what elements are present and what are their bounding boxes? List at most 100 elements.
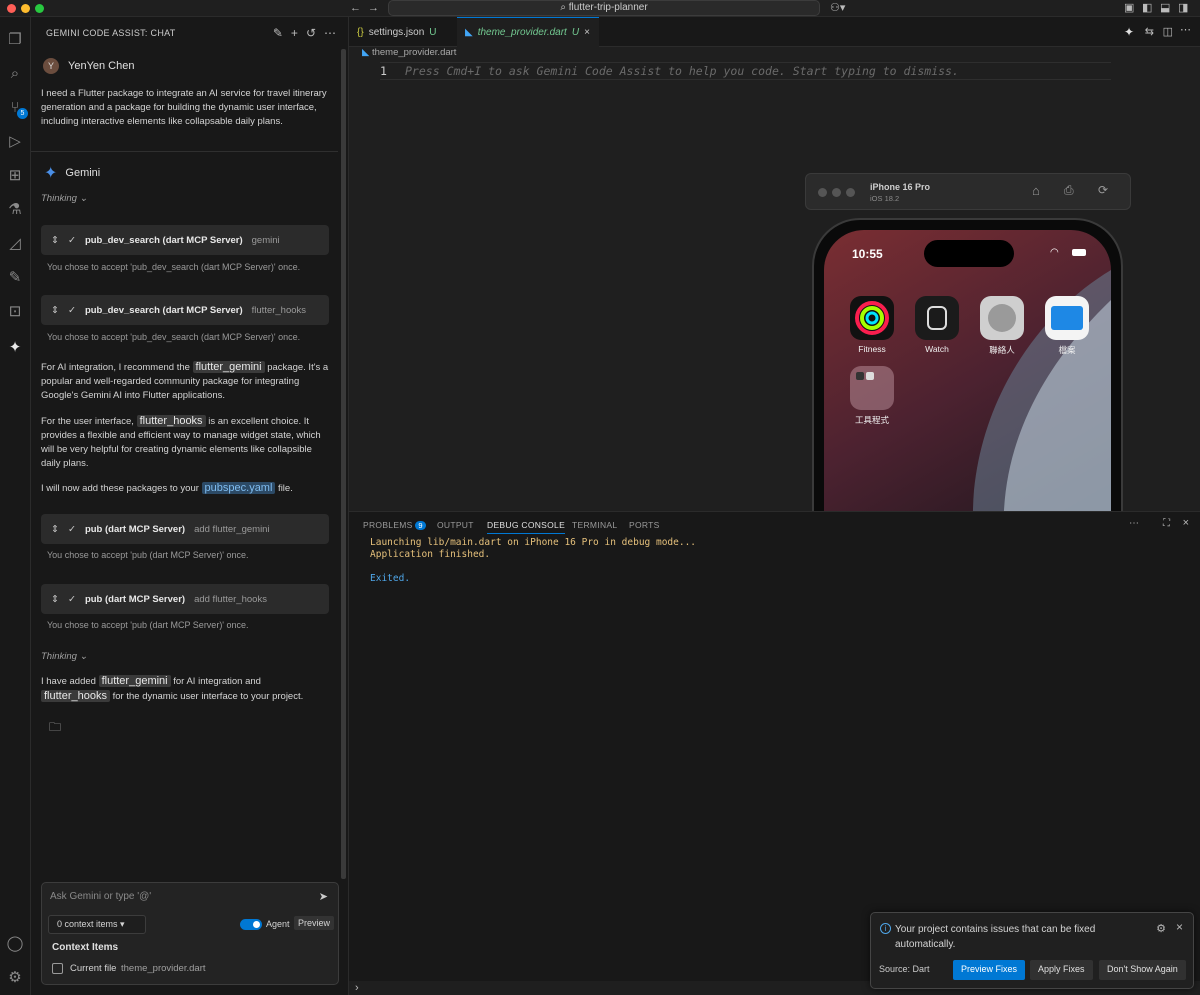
os-version: iOS 18.2 bbox=[870, 194, 900, 203]
run-debug-icon[interactable]: ▷ bbox=[5, 131, 25, 151]
toggle-sidebar-icon[interactable]: ◧ bbox=[1142, 2, 1152, 14]
agent-toggle[interactable] bbox=[240, 919, 262, 930]
utilities-folder-icon bbox=[850, 366, 894, 410]
sim-zoom-button[interactable] bbox=[846, 188, 855, 197]
back-arrow-icon[interactable]: ← bbox=[350, 2, 361, 14]
gemini-action-icon[interactable]: ✦ bbox=[1124, 25, 1134, 39]
gemini-icon[interactable]: ✦ bbox=[5, 337, 25, 357]
new-chat-icon[interactable]: + bbox=[291, 26, 298, 40]
dart-file-icon: ◣ bbox=[362, 47, 370, 58]
tab-status: U bbox=[571, 27, 580, 38]
extensions-icon[interactable]: ⊞ bbox=[5, 165, 25, 185]
preview-fixes-button[interactable]: Preview Fixes bbox=[953, 960, 1026, 980]
history-icon[interactable]: ↺ bbox=[306, 26, 316, 40]
toggle-panel-icon[interactable]: ⬓ bbox=[1160, 2, 1170, 14]
chevron-right-icon[interactable]: › bbox=[355, 982, 359, 994]
explorer-icon[interactable]: ❐ bbox=[5, 29, 25, 49]
context-items-heading: Context Items bbox=[52, 942, 119, 953]
editor-current-line[interactable]: 1 Press Cmd+I to ask Gemini Code Assist … bbox=[380, 62, 1111, 80]
current-file-checkbox[interactable] bbox=[52, 963, 63, 974]
expand-icon[interactable]: ⇕ bbox=[51, 235, 59, 246]
command-center-search[interactable]: ⌕ flutter-trip-planner bbox=[388, 0, 820, 16]
notification-settings-gear-icon[interactable]: ⚙ bbox=[1156, 922, 1166, 935]
tab-terminal[interactable]: TERMINAL bbox=[572, 520, 617, 530]
wifi-icon: ◠ bbox=[1050, 247, 1059, 258]
more-actions-icon[interactable]: ⋯ bbox=[324, 26, 336, 40]
layout-icon[interactable]: ▣ bbox=[1124, 2, 1134, 14]
compare-icon[interactable]: ⇆ bbox=[1145, 25, 1154, 38]
dont-show-again-button[interactable]: Don't Show Again bbox=[1099, 960, 1186, 980]
close-panel-icon[interactable]: × bbox=[1183, 517, 1189, 529]
tool-accept-note: You chose to accept 'pub (dart MCP Serve… bbox=[47, 620, 249, 630]
workspace-name: flutter-trip-planner bbox=[568, 2, 648, 13]
more-actions-icon[interactable]: ⋯ bbox=[1129, 518, 1139, 529]
utilities-folder[interactable]: 工具程式 bbox=[850, 366, 894, 426]
check-icon: ✓ bbox=[67, 304, 76, 316]
tab-problems[interactable]: PROBLEMS 9 bbox=[363, 520, 426, 530]
expand-icon[interactable]: ⇕ bbox=[51, 594, 59, 605]
tool-call-card[interactable]: ⇕ ✓ pub (dart MCP Server) add flutter_gem… bbox=[41, 514, 329, 544]
chat-input-placeholder[interactable]: Ask Gemini or type '@' bbox=[50, 891, 151, 902]
breadcrumb[interactable]: ◣ theme_provider.dart bbox=[362, 47, 456, 58]
chat-scrollbar[interactable] bbox=[341, 49, 346, 879]
contacts-app[interactable]: 聯絡人 bbox=[980, 296, 1024, 356]
home-icon[interactable]: ⌂ bbox=[1032, 183, 1040, 198]
testing-icon[interactable]: ⚗ bbox=[5, 199, 25, 219]
sim-close-button[interactable] bbox=[818, 188, 827, 197]
tab-settings-json[interactable]: {} settings.json U bbox=[349, 17, 457, 47]
tab-theme-provider[interactable]: ◣ theme_provider.dart U × bbox=[457, 17, 599, 47]
tab-ports[interactable]: PORTS bbox=[629, 520, 660, 530]
minimize-window-button[interactable] bbox=[21, 4, 30, 13]
context-items-dropdown[interactable]: 0 context items ▾ bbox=[48, 915, 146, 934]
expand-icon[interactable]: ⇕ bbox=[51, 305, 59, 316]
tab-output[interactable]: OUTPUT bbox=[437, 520, 474, 530]
chat-edit-icon[interactable]: ✎ bbox=[273, 26, 283, 40]
split-editor-icon[interactable]: ◫ bbox=[1163, 25, 1173, 38]
forward-arrow-icon[interactable]: → bbox=[368, 2, 379, 14]
send-icon[interactable]: ➤ bbox=[319, 890, 328, 903]
maximize-window-button[interactable] bbox=[35, 4, 44, 13]
close-window-button[interactable] bbox=[7, 4, 16, 13]
pencil-icon[interactable]: ✎ bbox=[5, 267, 25, 287]
settings-gear-icon[interactable]: ⚙ bbox=[5, 967, 25, 987]
tool-call-card[interactable]: ⇕ ✓ pub (dart MCP Server) add flutter_hoo… bbox=[41, 584, 329, 614]
expand-icon[interactable]: ⇕ bbox=[51, 524, 59, 535]
file-link[interactable]: pubspec.yaml bbox=[201, 482, 276, 494]
watch-app[interactable]: Watch bbox=[915, 296, 959, 354]
source-control-icon[interactable]: ⑂ 5 bbox=[5, 97, 28, 119]
folder-icon[interactable]: 🗀 bbox=[49, 718, 61, 739]
gemini-sparkle-icon: ✦ bbox=[44, 165, 58, 182]
tool-call-card[interactable]: ⇕ ✓ pub_dev_search (dart MCP Server) gemi… bbox=[41, 225, 329, 255]
toggle-secondary-sidebar-icon[interactable]: ◨ bbox=[1178, 2, 1188, 14]
search-icon: ⌕ bbox=[560, 2, 569, 13]
thinking-toggle[interactable]: Thinking ⌄ bbox=[41, 193, 88, 204]
fitness-app[interactable]: Fitness bbox=[850, 296, 894, 354]
watch-icon bbox=[915, 296, 959, 340]
close-tab-icon[interactable]: × bbox=[584, 27, 590, 38]
tool-accept-note: You chose to accept 'pub_dev_search (dar… bbox=[47, 262, 301, 272]
apply-fixes-button[interactable]: Apply Fixes bbox=[1030, 960, 1093, 980]
bottom-panel: PROBLEMS 9 OUTPUT DEBUG CONSOLE TERMINAL… bbox=[349, 511, 1200, 994]
flutter-icon[interactable]: ◿ bbox=[5, 233, 25, 253]
close-notification-icon[interactable]: × bbox=[1176, 920, 1183, 934]
maximize-panel-icon[interactable]: ⛶ bbox=[1163, 518, 1170, 529]
screenshot-icon[interactable]: ⎙ bbox=[1064, 183, 1074, 198]
breadcrumb-file: theme_provider.dart bbox=[371, 47, 457, 58]
user-message-header: Y YenYen Chen bbox=[43, 58, 134, 74]
search-icon[interactable]: ⌕ bbox=[5, 63, 25, 83]
copilot-icon[interactable]: ⚇▾ bbox=[830, 2, 845, 14]
remote-explorer-icon[interactable]: ⊡ bbox=[5, 301, 25, 321]
contacts-icon bbox=[980, 296, 1024, 340]
account-icon[interactable]: ◯ bbox=[5, 933, 25, 953]
response-paragraph: For the user interface, flutter_hooks is… bbox=[41, 415, 321, 469]
sim-minimize-button[interactable] bbox=[832, 188, 841, 197]
tab-debug-console[interactable]: DEBUG CONSOLE bbox=[487, 520, 566, 534]
files-app[interactable]: 檔案 bbox=[1045, 296, 1089, 356]
chat-input-box[interactable]: Ask Gemini or type '@' ➤ 0 context items… bbox=[41, 882, 339, 985]
rotate-icon[interactable]: ⟳ bbox=[1098, 183, 1108, 197]
tool-call-card[interactable]: ⇕ ✓ pub_dev_search (dart MCP Server) flut… bbox=[41, 295, 329, 325]
thinking-toggle[interactable]: Thinking ⌄ bbox=[41, 651, 88, 662]
check-icon: ✓ bbox=[67, 234, 76, 246]
more-actions-icon[interactable]: ⋯ bbox=[1180, 23, 1191, 36]
user-name: YenYen Chen bbox=[68, 60, 135, 72]
